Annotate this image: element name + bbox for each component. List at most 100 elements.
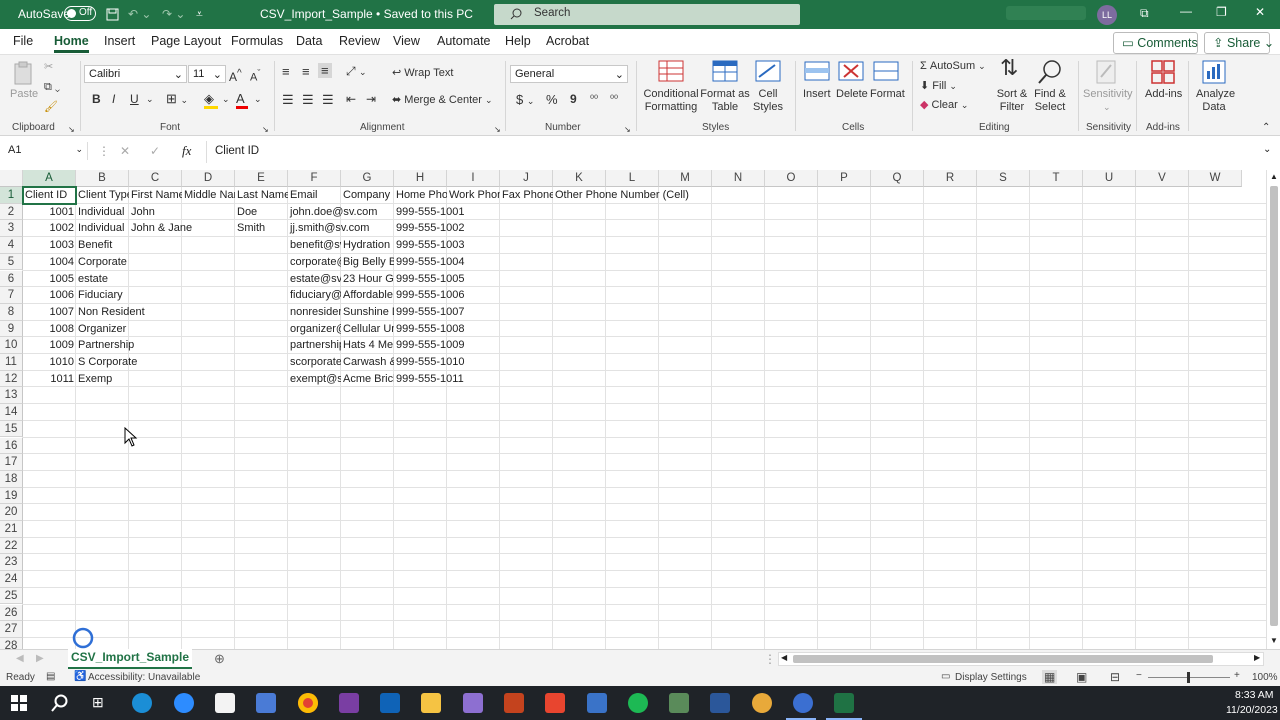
macro-record-icon[interactable]: ▤: [46, 671, 55, 682]
ribbon-display-icon[interactable]: ⧉: [1140, 6, 1149, 21]
table-cell[interactable]: Non Resident: [76, 304, 288, 321]
italic-button[interactable]: I: [112, 93, 115, 106]
font-name-select[interactable]: Calibri ⌄: [84, 65, 187, 83]
align-center-icon[interactable]: ☰: [302, 93, 314, 106]
comments-button[interactable]: ▭ Comments: [1113, 32, 1198, 54]
document-title[interactable]: CSV_Import_Sample • Saved to this PC: [260, 7, 473, 21]
edge-icon[interactable]: [132, 693, 152, 713]
page-break-view-icon[interactable]: ⊟: [1110, 670, 1120, 684]
scroll-down-icon[interactable]: ▼: [1270, 636, 1278, 645]
table-cell[interactable]: 1011: [23, 371, 76, 388]
increase-decimal-icon[interactable]: ⁰⁰: [590, 93, 598, 106]
table-cell[interactable]: Individual: [76, 204, 129, 221]
align-left-icon[interactable]: ☰: [282, 93, 294, 106]
zoom-out-icon[interactable]: −: [1136, 670, 1142, 681]
table-cell[interactable]: 999-555-1005: [394, 271, 606, 288]
zoom-level[interactable]: 100%: [1252, 672, 1278, 683]
percent-icon[interactable]: %: [546, 93, 558, 106]
decrease-font-icon[interactable]: Aˇ: [250, 67, 260, 85]
table-cell[interactable]: Smith: [235, 220, 288, 237]
header-cell[interactable]: Client ID: [23, 187, 76, 204]
column-header[interactable]: T: [1030, 170, 1083, 187]
format-cells-button[interactable]: Format: [870, 88, 905, 101]
zoom-slider-handle[interactable]: [1187, 672, 1190, 683]
row-header[interactable]: 11: [0, 354, 23, 371]
table-cell[interactable]: Doe: [235, 204, 288, 221]
header-cell[interactable]: Client Type: [76, 187, 129, 204]
column-header[interactable]: O: [765, 170, 818, 187]
column-header[interactable]: M: [659, 170, 712, 187]
column-header[interactable]: V: [1136, 170, 1189, 187]
underline-button[interactable]: U: [130, 93, 139, 106]
number-launcher-icon[interactable]: ↘: [624, 123, 631, 136]
tab-view[interactable]: View: [393, 34, 420, 48]
formula-content[interactable]: Client ID: [215, 145, 259, 157]
table-cell[interactable]: Fiduciary: [76, 287, 288, 304]
align-right-icon[interactable]: ☰: [322, 93, 334, 106]
name-box[interactable]: A1 ⌄: [4, 142, 88, 160]
addins-icon[interactable]: [1150, 59, 1176, 85]
clock-time[interactable]: 8:33 AM: [1235, 689, 1274, 701]
slack-icon[interactable]: [752, 693, 772, 713]
page-layout-view-icon[interactable]: ▣: [1076, 670, 1087, 684]
undo-icon[interactable]: ↶ ⌄: [128, 7, 151, 21]
row-header[interactable]: 10: [0, 337, 23, 354]
row-header[interactable]: 18: [0, 470, 23, 488]
tab-page-layout[interactable]: Page Layout: [151, 34, 221, 48]
column-header[interactable]: E: [235, 170, 288, 187]
clipboard-launcher-icon[interactable]: ↘: [68, 123, 75, 136]
tab-insert[interactable]: Insert: [104, 34, 135, 48]
header-cell[interactable]: Last Name: [235, 187, 288, 204]
row-header[interactable]: 16: [0, 437, 23, 455]
autosave-toggle[interactable]: Off: [64, 6, 96, 21]
header-cell[interactable]: Company Name: [341, 187, 394, 204]
table-cell[interactable]: 999-555-1009: [394, 337, 606, 354]
table-cell[interactable]: 1004: [23, 254, 76, 271]
chevron-down-icon[interactable]: ⌄: [146, 93, 154, 106]
merge-center-button[interactable]: ⬌ Merge & Center ⌄: [392, 94, 493, 107]
row-header[interactable]: 28: [0, 637, 23, 649]
table-cell[interactable]: 999-555-1001: [394, 204, 606, 221]
fill-color-icon[interactable]: ◈: [204, 92, 218, 109]
row-header[interactable]: 24: [0, 571, 23, 588]
row-header[interactable]: 1: [0, 187, 23, 204]
format-as-table-button[interactable]: Format as Table: [700, 88, 750, 114]
row-header[interactable]: 20: [0, 504, 23, 521]
table-cell[interactable]: 999-555-1006: [394, 287, 606, 304]
sensitivity-icon[interactable]: [1093, 59, 1119, 85]
table-cell[interactable]: Carwash &: [341, 354, 394, 371]
row-header[interactable]: 5: [0, 253, 23, 271]
row-header[interactable]: 7: [0, 287, 23, 304]
header-cell[interactable]: First Name: [129, 187, 182, 204]
column-header[interactable]: U: [1083, 170, 1136, 187]
tab-help[interactable]: Help: [505, 34, 531, 48]
table-cell[interactable]: corporate@sv.com: [288, 254, 341, 271]
prev-sheet-icon[interactable]: ◀: [16, 653, 24, 664]
table-cell[interactable]: Acme Brick: [341, 371, 394, 388]
spotify-icon[interactable]: [628, 693, 648, 713]
tab-acrobat[interactable]: Acrobat: [546, 34, 589, 48]
share-button[interactable]: ⇪ Share ⌄: [1204, 32, 1274, 54]
scroll-right-icon[interactable]: ▶: [1254, 653, 1260, 662]
scroll-up-icon[interactable]: ▲: [1270, 172, 1278, 181]
column-header[interactable]: B: [76, 170, 129, 187]
table-cell[interactable]: Cellular Un: [341, 321, 394, 338]
table-cell[interactable]: 1010: [23, 354, 76, 371]
table-cell[interactable]: estate: [76, 271, 288, 288]
search-box[interactable]: Search: [494, 4, 800, 25]
cell-styles-button[interactable]: Cell Styles: [748, 88, 788, 114]
table-cell[interactable]: 1002: [23, 220, 76, 237]
powerpoint-icon[interactable]: [504, 693, 524, 713]
normal-view-icon[interactable]: ▦: [1042, 670, 1058, 684]
customize-toolbar-icon[interactable]: ⩡: [196, 7, 203, 22]
column-header[interactable]: W: [1189, 170, 1242, 187]
table-cell[interactable]: John & Jane: [129, 220, 235, 237]
paste-icon[interactable]: [10, 61, 36, 87]
header-cell[interactable]: Other Phone Number (Cell): [553, 187, 713, 204]
table-cell[interactable]: 1001: [23, 204, 76, 221]
app-s-icon[interactable]: [587, 693, 607, 713]
align-middle-icon[interactable]: ≡: [302, 65, 310, 78]
orientation-icon[interactable]: ⤢ ⌄: [346, 65, 366, 79]
row-header[interactable]: 9: [0, 320, 23, 338]
add-sheet-icon[interactable]: ⊕: [214, 651, 225, 667]
